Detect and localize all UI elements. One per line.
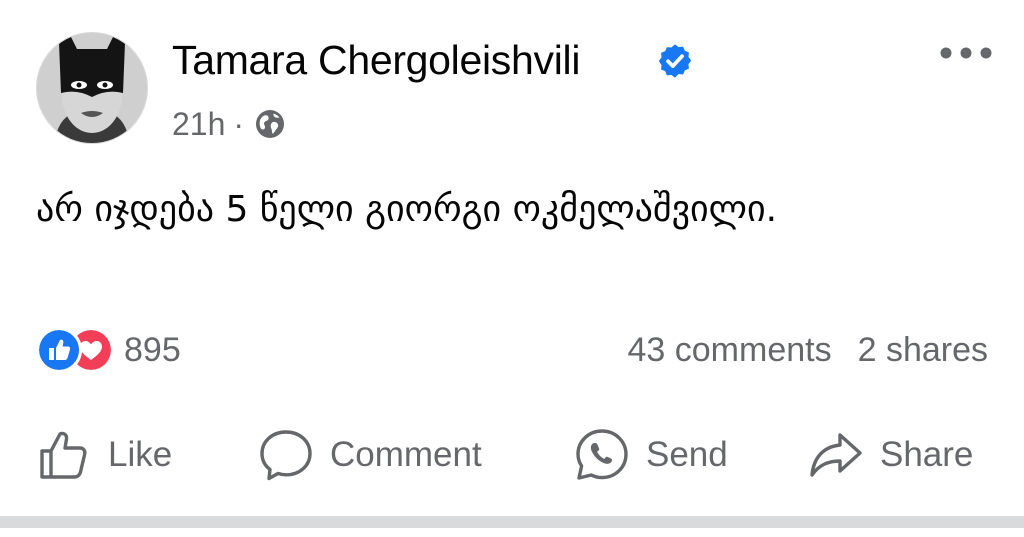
post-meta: 21h · (172, 104, 286, 144)
reaction-count: 895 (124, 330, 181, 369)
avatar-image (37, 33, 147, 143)
verified-badge-icon (658, 44, 692, 78)
feed-divider (0, 516, 1024, 528)
thumbs-up-icon (40, 431, 87, 479)
comment-button[interactable]: Comment (258, 425, 482, 485)
like-reaction-icon (36, 327, 82, 373)
comments-count[interactable]: 43 comments (628, 331, 832, 370)
like-button[interactable]: Like (36, 425, 172, 485)
post-actions-bar: Like Comment Send Share (36, 425, 988, 485)
share-arrow-icon (810, 433, 862, 477)
comment-label: Comment (330, 435, 482, 474)
post-text: არ იჯდება 5 წელი გიორგი ოკმელაშვილი. (36, 189, 778, 230)
engagement-counts: 43 comments 2 shares (628, 328, 989, 372)
whatsapp-icon (576, 429, 628, 480)
send-label: Send (646, 435, 728, 474)
like-label: Like (108, 435, 173, 474)
send-button[interactable]: Send (574, 425, 728, 485)
timestamp[interactable]: 21h (172, 106, 225, 143)
meta-separator: · (233, 105, 245, 142)
reactions-summary[interactable]: 895 (36, 327, 181, 373)
shares-count[interactable]: 2 shares (858, 331, 988, 370)
comment-bubble-icon (260, 430, 312, 481)
avatar[interactable] (36, 32, 148, 144)
more-options-icon[interactable] (936, 38, 996, 68)
share-button[interactable]: Share (808, 425, 973, 485)
share-label: Share (880, 435, 974, 474)
globe-icon (256, 110, 285, 138)
author-name[interactable]: Tamara Chergoleishvili (172, 36, 580, 84)
